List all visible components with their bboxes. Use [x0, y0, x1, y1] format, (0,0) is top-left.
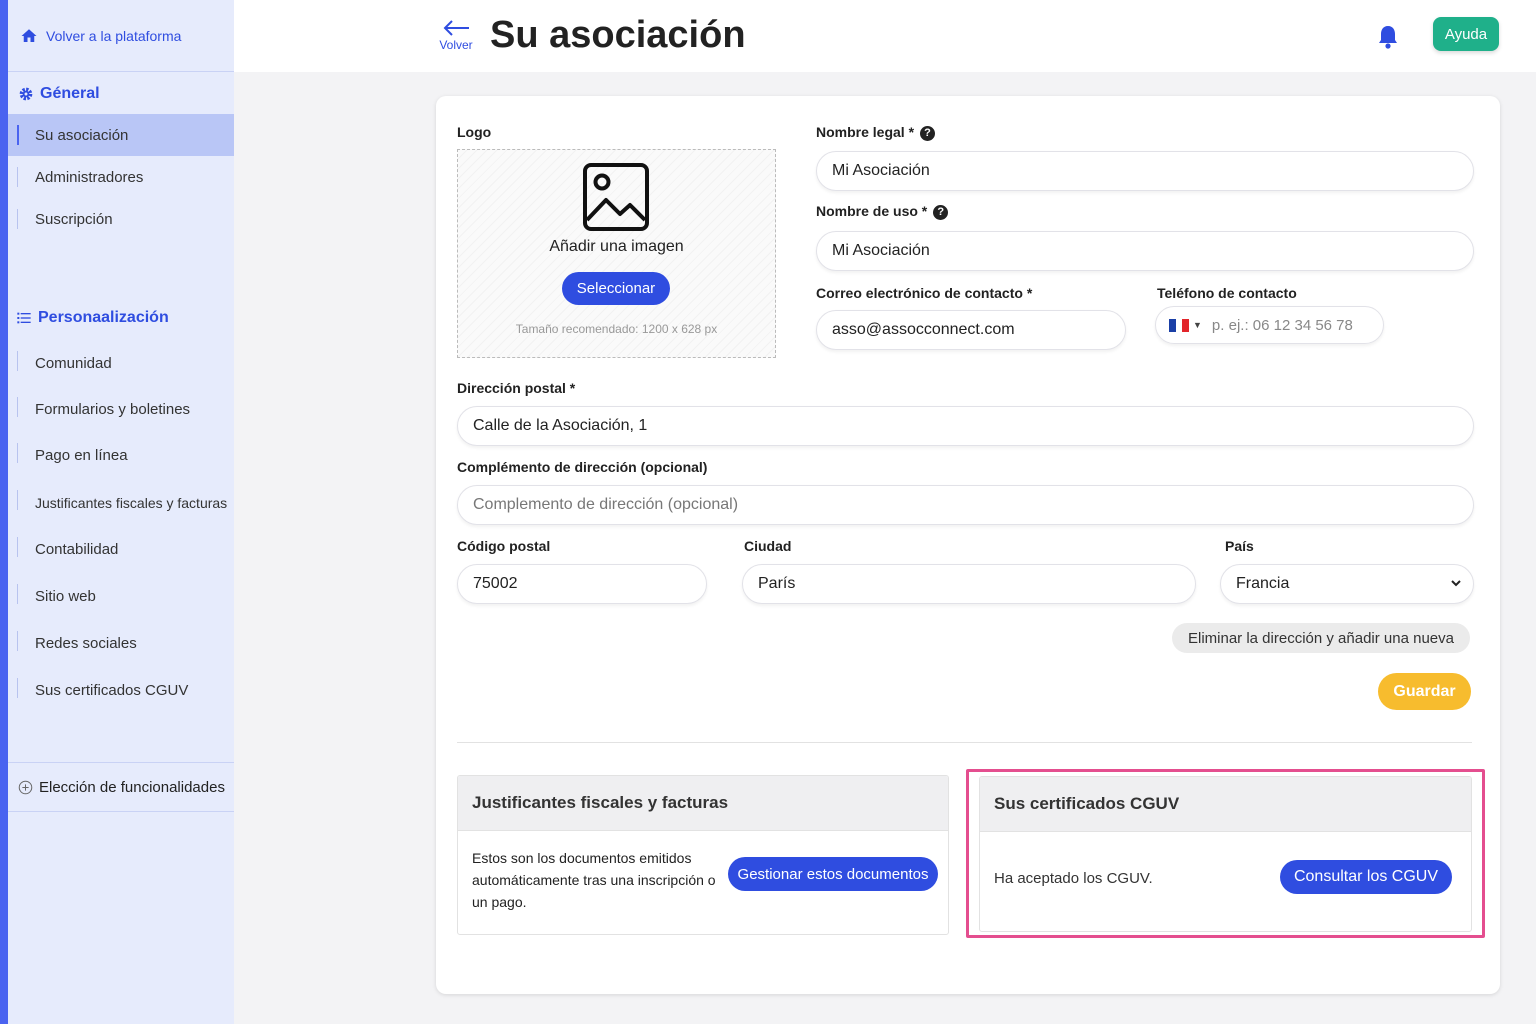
sidebar-section-personalizacion: Personaalización — [8, 298, 234, 338]
caret-down-icon[interactable]: ▼ — [1193, 320, 1202, 330]
legal-name-label: Nombre legal *? — [816, 124, 936, 141]
email-label: Correo electrónico de contacto * — [816, 285, 1033, 301]
address2-input[interactable]: Complemento de dirección (opcional) — [457, 485, 1474, 525]
country-select[interactable]: Francia — [1220, 564, 1474, 604]
plus-circle-icon — [18, 780, 33, 794]
sidebar-item-label: Suscripción — [35, 210, 113, 228]
zip-label: Código postal — [457, 538, 551, 554]
fiscal-documents-text: Estos son los documentos emitidos automá… — [472, 850, 716, 910]
phone-placeholder: p. ej.: 06 12 34 56 78 — [1211, 316, 1353, 334]
use-name-label: Nombre de uso *? — [816, 203, 949, 220]
zip-input[interactable]: 75002 — [457, 564, 707, 604]
sidebar-item-label: Formularios y boletines — [35, 400, 191, 418]
use-name-input[interactable]: Mi Asociación — [816, 231, 1474, 271]
list-icon — [17, 312, 31, 324]
page-title: Su asociación — [490, 14, 746, 56]
sidebar: Volver a la plataforma Géneral Su asocia… — [0, 0, 234, 1024]
logo-select-button[interactable]: Seleccionar — [562, 272, 670, 305]
fiscal-documents-panel: Justificantes fiscales y facturas Estos … — [457, 775, 949, 935]
bell-icon[interactable] — [1376, 24, 1400, 50]
help-circle-icon[interactable]: ? — [933, 204, 949, 220]
back-button[interactable]: Volver — [436, 18, 476, 52]
cguv-highlight-frame — [966, 769, 1485, 938]
sidebar-item-sitio-web[interactable]: Sitio web — [8, 573, 234, 620]
gear-icon — [19, 87, 33, 101]
arrow-left-icon — [443, 20, 469, 36]
sidebar-item-administradores[interactable]: Administradores — [8, 156, 234, 198]
sidebar-item-formularios[interactable]: Formularios y boletines — [8, 386, 234, 432]
logo-label: Logo — [457, 124, 492, 140]
sidebar-item-label: Su asociación — [35, 126, 129, 144]
remove-address-button[interactable]: Eliminar la dirección y añadir una nueva — [1172, 623, 1470, 653]
phone-label: Teléfono de contacto — [1157, 285, 1297, 301]
france-flag-icon[interactable] — [1169, 318, 1190, 332]
sidebar-item-certificados-cguv[interactable]: Sus certificados CGUV — [8, 667, 234, 714]
logo-upload-area[interactable]: Añadir una imagen Seleccionar Tamaño rec… — [457, 149, 776, 358]
help-circle-icon[interactable]: ? — [920, 125, 936, 141]
sidebar-item-redes-sociales[interactable]: Redes sociales — [8, 620, 234, 667]
home-icon — [21, 28, 37, 42]
back-to-platform-link[interactable]: Volver a la plataforma — [8, 0, 234, 72]
sidebar-item-label: Administradores — [35, 168, 144, 186]
sidebar-item-pago-en-linea[interactable]: Pago en línea — [8, 432, 234, 479]
sidebar-item-funcionalidades[interactable]: Elección de funcionalidades — [8, 762, 234, 812]
sidebar-section-personalizacion-label: Personaalización — [38, 309, 169, 326]
email-input[interactable]: asso@assocconnect.com — [816, 310, 1126, 350]
sidebar-item-contabilidad[interactable]: Contabilidad — [8, 526, 234, 573]
sidebar-section-general: Géneral — [8, 74, 234, 114]
address-input[interactable]: Calle de la Asociación, 1 — [457, 406, 1474, 446]
sidebar-item-label: Sitio web — [35, 588, 96, 605]
sidebar-item-label: Sus certificados CGUV — [35, 682, 189, 699]
sidebar-item-label: Contabilidad — [35, 541, 119, 558]
sidebar-section-general-label: Géneral — [40, 85, 100, 102]
save-button[interactable]: Guardar — [1378, 673, 1471, 710]
sidebar-item-comunidad[interactable]: Comunidad — [8, 340, 234, 386]
use-name-label-text: Nombre de uso * — [816, 203, 928, 219]
legal-name-label-text: Nombre legal * — [816, 124, 915, 140]
sidebar-features-label: Elección de funcionalidades — [39, 778, 225, 796]
section-divider — [457, 742, 1472, 743]
back-to-platform-label: Volver a la plataforma — [46, 27, 182, 44]
help-button[interactable]: Ayuda — [1433, 17, 1499, 51]
page-header: Volver Su asociación Ayuda — [234, 0, 1536, 72]
sidebar-item-su-asociacion[interactable]: Su asociación — [8, 114, 234, 156]
manage-documents-button[interactable]: Gestionar estos documentos — [728, 857, 938, 891]
legal-name-input[interactable]: Mi Asociación — [816, 151, 1474, 191]
city-label: Ciudad — [744, 538, 792, 554]
back-button-label: Volver — [439, 38, 473, 52]
phone-input[interactable]: ▼ p. ej.: 06 12 34 56 78 — [1155, 306, 1384, 344]
image-icon — [583, 163, 649, 231]
sidebar-item-label: Comunidad — [35, 354, 112, 372]
fiscal-documents-title: Justificantes fiscales y facturas — [458, 776, 948, 831]
sidebar-item-suscripcion[interactable]: Suscripción — [8, 198, 234, 240]
city-input[interactable]: París — [742, 564, 1196, 604]
logo-add-text: Añadir una imagen — [549, 238, 684, 255]
chevron-down-icon — [1451, 580, 1461, 587]
address-label: Dirección postal * — [457, 380, 576, 396]
sidebar-item-label: Pago en línea — [35, 447, 128, 464]
sidebar-item-label: Redes sociales — [35, 635, 137, 652]
logo-size-hint: Tamaño recomendado: 1200 x 628 px — [515, 322, 718, 336]
address2-label: Complémento de dirección (opcional) — [457, 459, 708, 475]
country-select-value: Francia — [1236, 575, 1290, 592]
sidebar-item-label: Justificantes fiscales y facturas — [35, 494, 228, 511]
country-label: País — [1225, 538, 1254, 554]
sidebar-item-justificantes[interactable]: Justificantes fiscales y facturas — [8, 479, 234, 526]
